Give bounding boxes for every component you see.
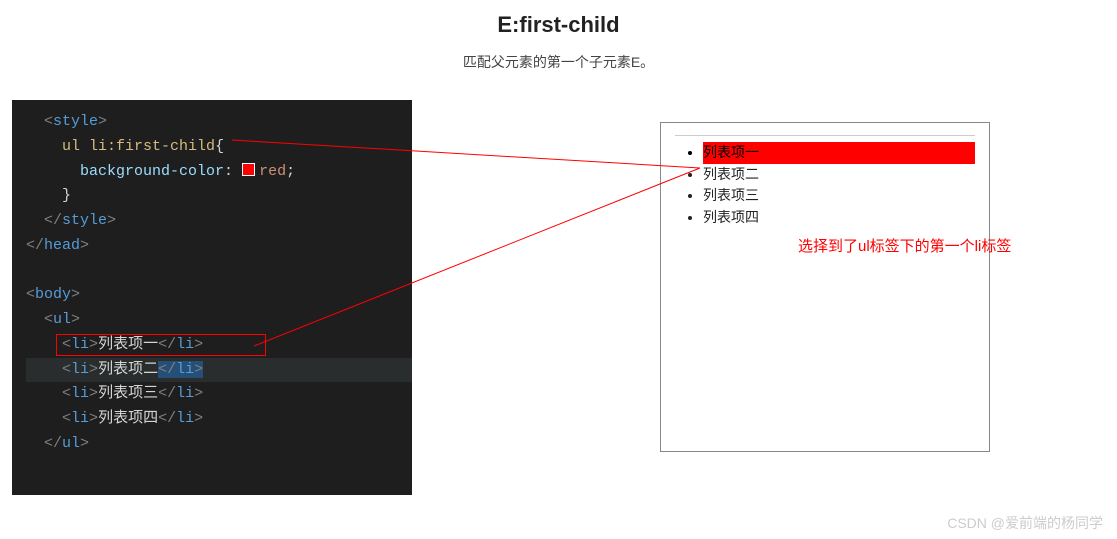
content-area: <style> ul li:first-child{ background-co… — [0, 100, 1117, 520]
annotation-text: 选择到了ul标签下的第一个li标签 — [798, 235, 1011, 256]
list-item: 列表项四 — [703, 207, 975, 229]
list-item: 列表项一 — [703, 142, 975, 164]
style-tag: style — [53, 113, 98, 130]
preview-panel: 列表项一 列表项二 列表项三 列表项四 — [660, 122, 990, 452]
css-value: red — [259, 163, 286, 180]
li-line-2: <li>列表项二</li> — [26, 358, 412, 383]
page-title: E:first-child — [0, 12, 1117, 38]
li-line-1: <li>列表项一</li> — [26, 333, 412, 358]
list-item: 列表项二 — [703, 164, 975, 186]
divider — [675, 135, 975, 136]
li-line-3: <li>列表项三</li> — [26, 382, 412, 407]
selector-line: ul li:first-child{ — [26, 135, 412, 160]
css-property: background-color — [80, 163, 224, 180]
page-subtitle: 匹配父元素的第一个子元素E。 — [0, 52, 1117, 72]
color-swatch — [242, 163, 255, 176]
watermark: CSDN @爱前端的杨同学 — [947, 513, 1103, 533]
preview-list: 列表项一 列表项二 列表项三 列表项四 — [675, 142, 975, 229]
list-item: 列表项三 — [703, 185, 975, 207]
li-line-4: <li>列表项四</li> — [26, 407, 412, 432]
code-editor: <style> ul li:first-child{ background-co… — [12, 100, 412, 495]
